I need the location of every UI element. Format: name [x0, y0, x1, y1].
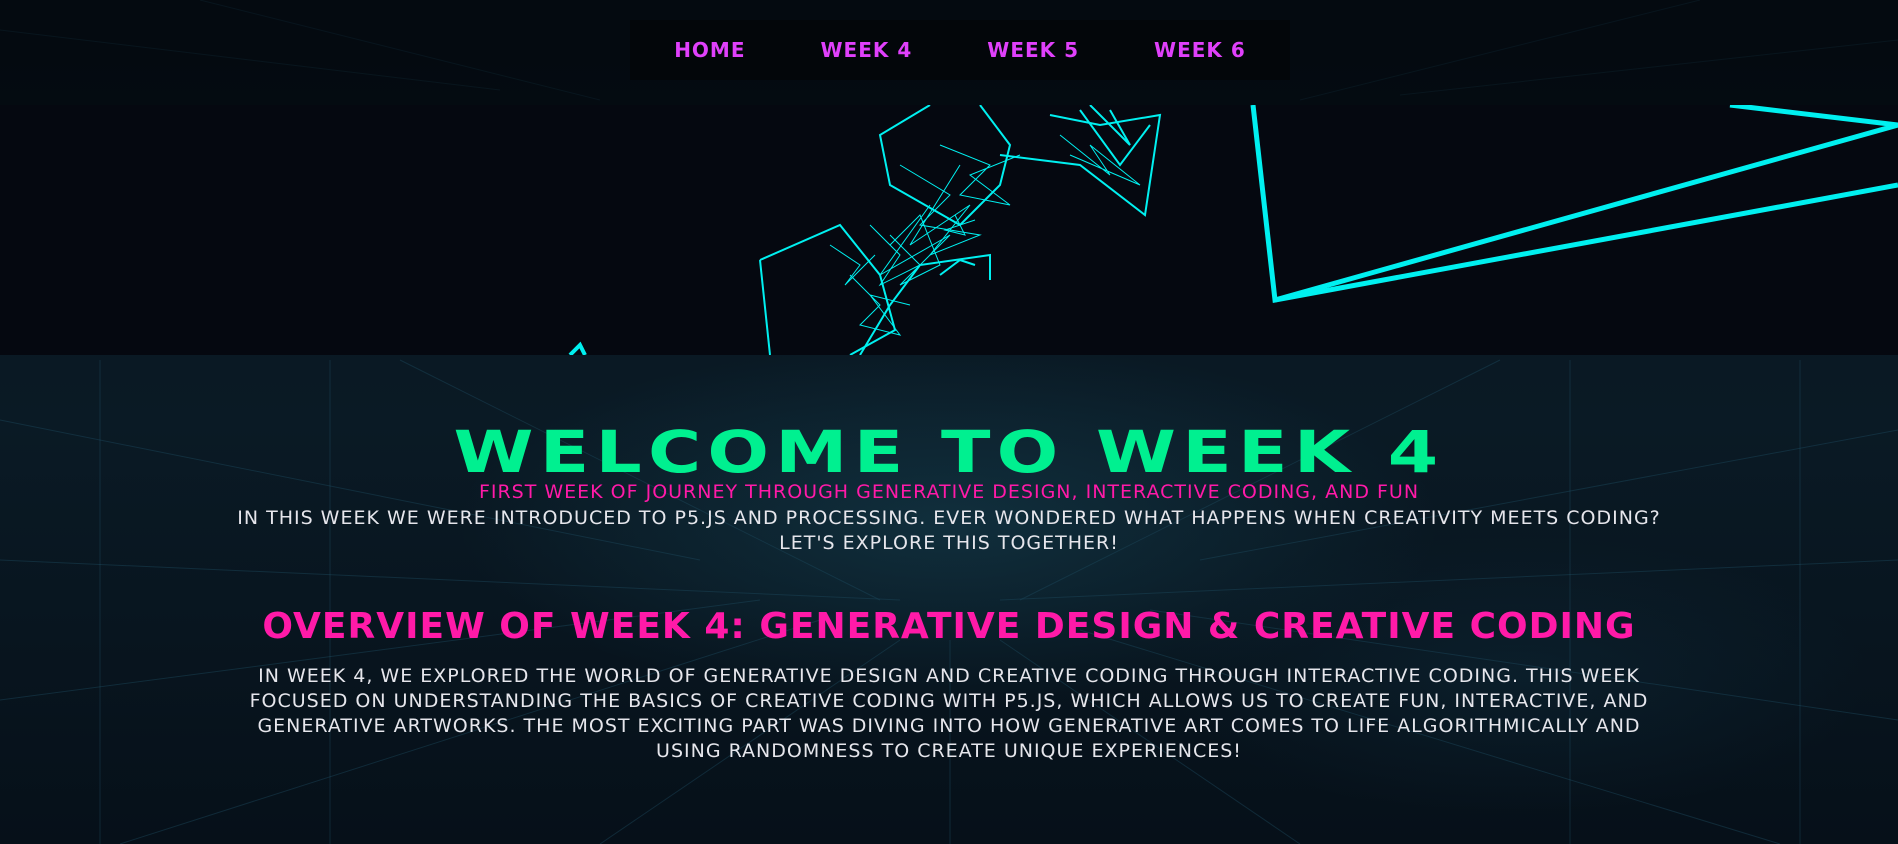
main-nav: HOME WEEK 4 WEEK 5 WEEK 6 — [630, 20, 1290, 80]
nav-link-home[interactable]: HOME — [674, 38, 745, 62]
nav-link-week-5[interactable]: WEEK 5 — [987, 38, 1079, 62]
page-title: WELCOME TO WEEK 4 — [453, 418, 1445, 486]
p5-sketch-canvas[interactable] — [0, 105, 1898, 355]
page-subtitle: FIRST WEEK OF JOURNEY THROUGH GENERATIVE… — [478, 481, 1420, 503]
intro-paragraph: IN THIS WEEK WE WERE INTRODUCED TO P5.JS… — [237, 507, 1661, 554]
nav-link-week-4[interactable]: WEEK 4 — [821, 38, 913, 62]
overview-heading: OVERVIEW OF WEEK 4: GENERATIVE DESIGN & … — [262, 606, 1636, 647]
nav-link-week-6[interactable]: WEEK 6 — [1154, 38, 1246, 62]
overview-paragraph: IN WEEK 4, WE EXPLORED THE WORLD OF GENE… — [249, 665, 1649, 762]
generative-network-sketch — [568, 105, 1898, 355]
